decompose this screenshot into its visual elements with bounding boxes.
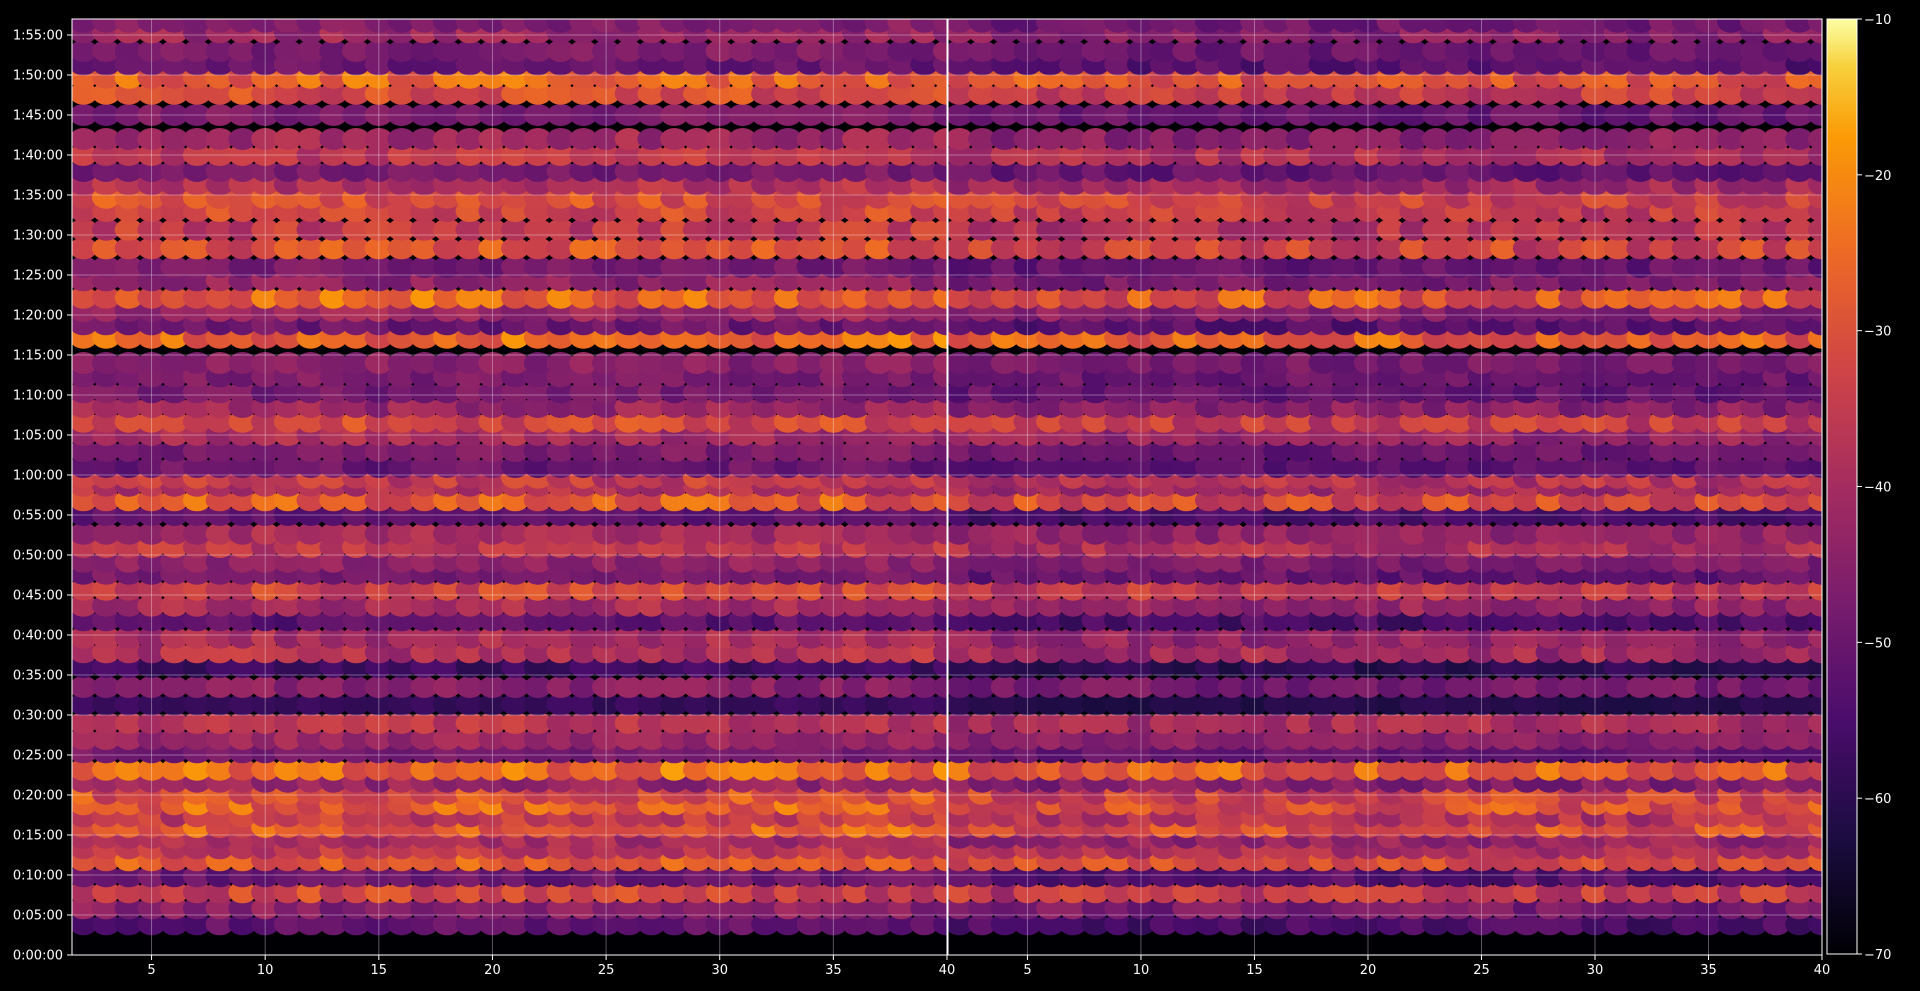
x-tick-label: 30 bbox=[711, 963, 728, 978]
y-tick-label: 1:10:00 bbox=[13, 389, 63, 404]
colorbar-tick-label: −30 bbox=[1864, 325, 1891, 340]
colorbar-tick-label: −10 bbox=[1864, 13, 1891, 28]
x-tick-label: 25 bbox=[1473, 963, 1490, 978]
x-tick-label: 30 bbox=[1587, 963, 1604, 978]
y-tick-label: 1:15:00 bbox=[13, 349, 63, 364]
colorbar-tick-label: −50 bbox=[1864, 636, 1891, 651]
y-tick-label: 0:25:00 bbox=[13, 749, 63, 764]
spectrogram-figure: 0:00:00 0:05:00 0:10:00 0:15:00 0:20:00 0:25:… bbox=[0, 0, 1920, 991]
y-tick-label: 0:30:00 bbox=[13, 709, 63, 724]
x-tick-label: 10 bbox=[257, 963, 274, 978]
colorbar-tick-label: −60 bbox=[1864, 792, 1891, 807]
colorbar-tick-label: −70 bbox=[1864, 948, 1891, 963]
y-tick-label: 1:00:00 bbox=[13, 469, 63, 484]
colorbar bbox=[1826, 18, 1858, 955]
y-tick-label: 1:30:00 bbox=[13, 229, 63, 244]
y-tick-label: 0:45:00 bbox=[13, 589, 63, 604]
x-tick-label: 15 bbox=[371, 963, 388, 978]
colorbar-tick-label: −20 bbox=[1864, 169, 1891, 184]
y-tick-label: 0:50:00 bbox=[13, 549, 63, 564]
y-tick-label: 1:20:00 bbox=[13, 309, 63, 324]
y-tick-label: 0:15:00 bbox=[13, 829, 63, 844]
colorbar-tick-label: −40 bbox=[1864, 481, 1891, 496]
x-tick-label: 35 bbox=[1700, 963, 1717, 978]
x-tick-label: 10 bbox=[1133, 963, 1150, 978]
y-tick-label: 1:40:00 bbox=[13, 149, 63, 164]
y-tick-label: 1:05:00 bbox=[13, 429, 63, 444]
x-tick-label: 40 bbox=[1814, 963, 1831, 978]
x-tick-label: 5 bbox=[147, 963, 155, 978]
y-tick-label: 0:20:00 bbox=[13, 789, 63, 804]
y-tick-label: 0:40:00 bbox=[13, 629, 63, 644]
x-tick-label: 5 bbox=[1023, 963, 1031, 978]
y-tick-label: 0:00:00 bbox=[13, 949, 63, 964]
y-tick-label: 1:25:00 bbox=[13, 269, 63, 284]
x-tick-label: 40 bbox=[939, 963, 956, 978]
y-tick-label: 1:45:00 bbox=[13, 109, 63, 124]
x-tick-label: 25 bbox=[598, 963, 615, 978]
left-panel-cells bbox=[72, 19, 947, 936]
x-tick-label: 20 bbox=[484, 963, 501, 978]
y-tick-label: 1:35:00 bbox=[13, 189, 63, 204]
y-tick-label: 0:55:00 bbox=[13, 509, 63, 524]
x-tick-label: 35 bbox=[825, 963, 842, 978]
y-tick-label: 0:05:00 bbox=[13, 909, 63, 924]
right-panel-cells bbox=[948, 19, 1822, 936]
y-tick-label: 1:55:00 bbox=[13, 29, 63, 44]
x-tick-label: 15 bbox=[1246, 963, 1263, 978]
y-tick-label: 0:35:00 bbox=[13, 669, 63, 684]
y-tick-label: 0:10:00 bbox=[13, 869, 63, 884]
y-tick-label: 1:50:00 bbox=[13, 69, 63, 84]
x-tick-label: 20 bbox=[1360, 963, 1377, 978]
